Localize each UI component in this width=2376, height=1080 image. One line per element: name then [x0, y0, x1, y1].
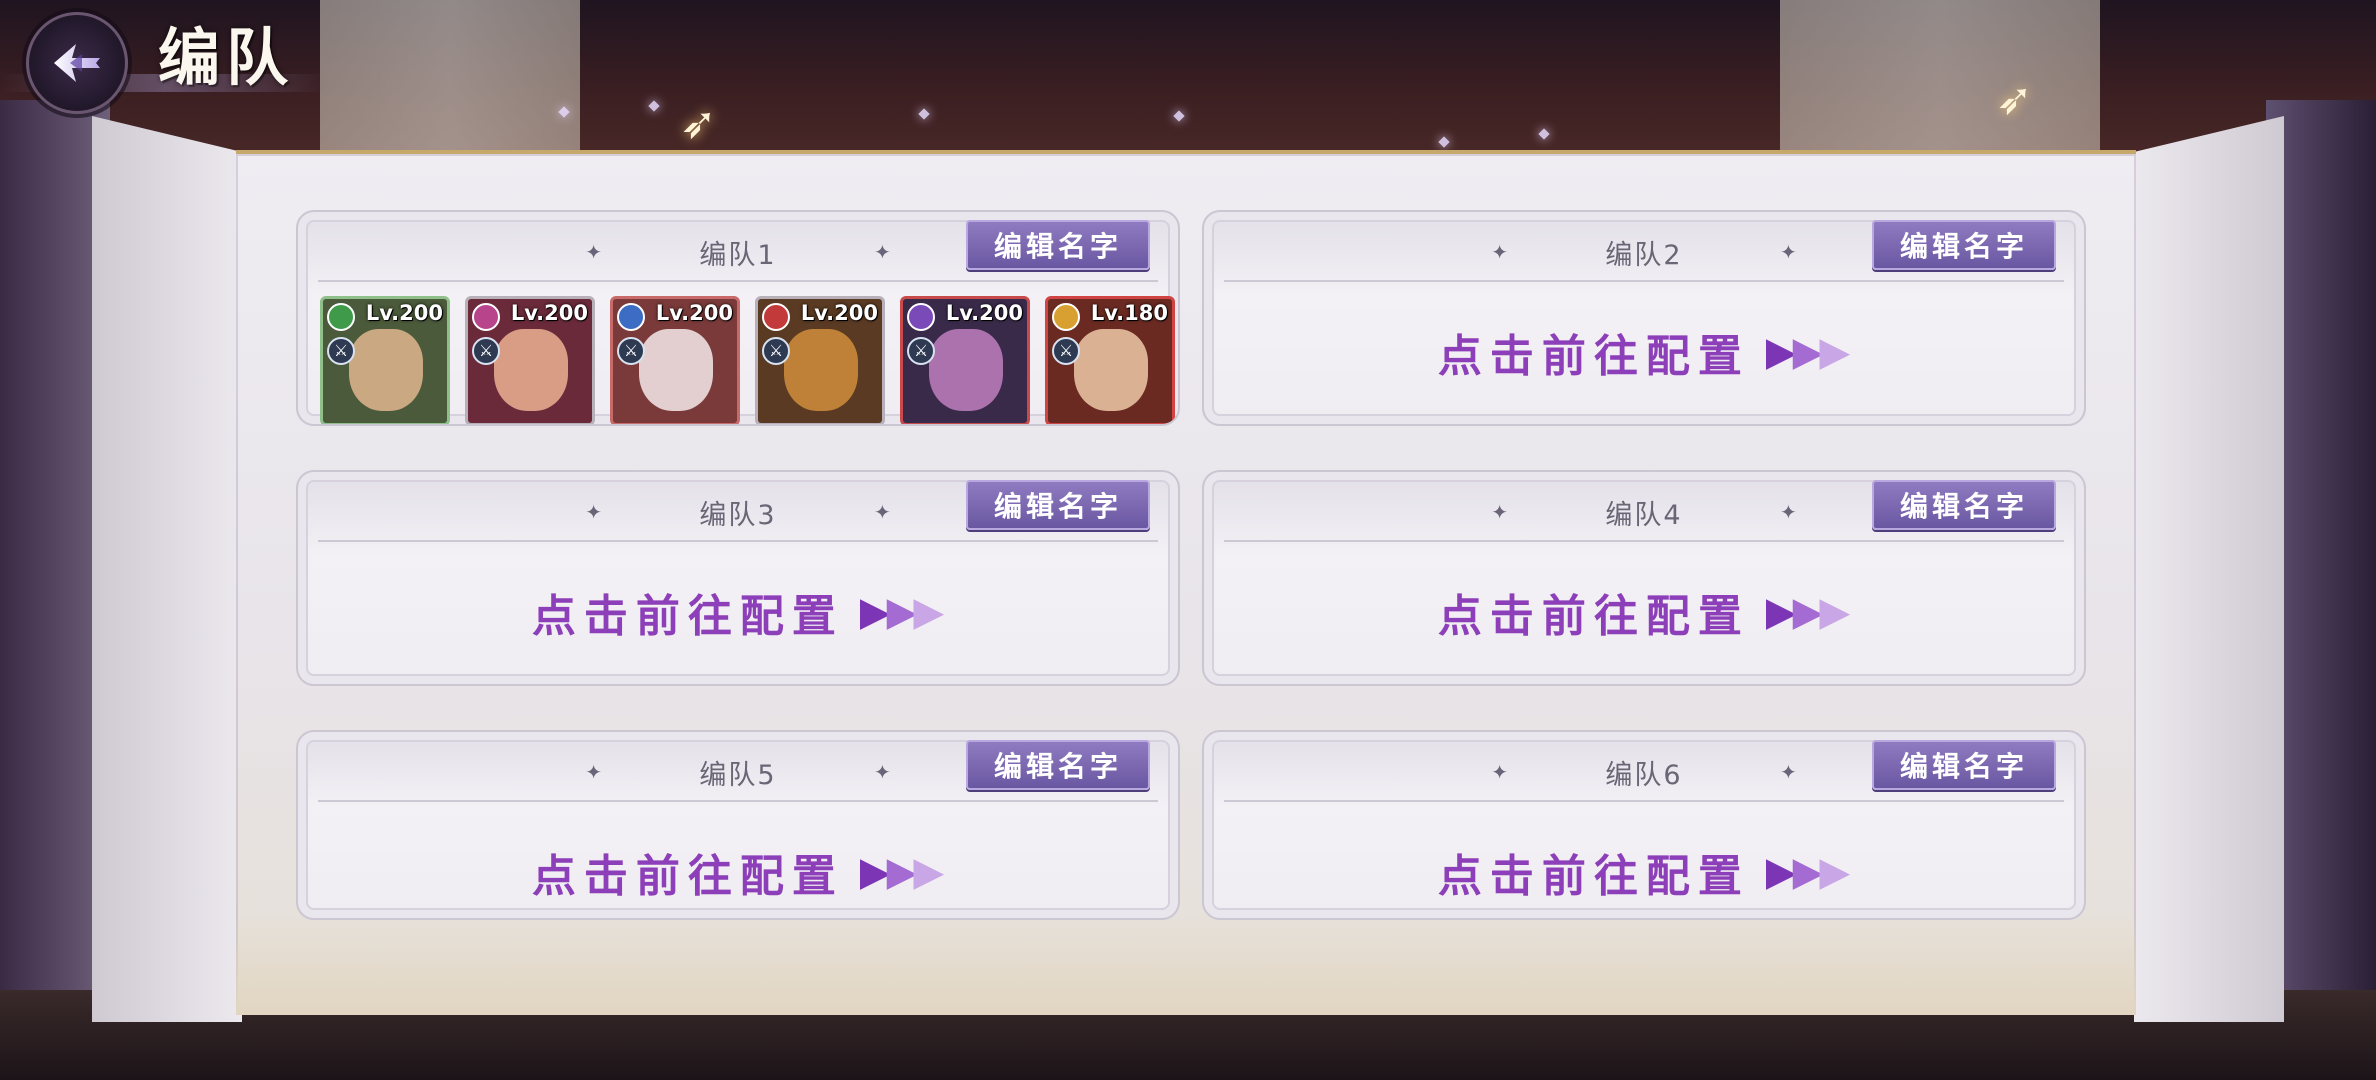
role-icon: ⚔	[1052, 337, 1080, 365]
role-icon: ⚔	[762, 337, 790, 365]
edit-name-button[interactable]: 编辑名字	[1872, 220, 2056, 270]
team-card-3: ✦ 编队3 ✦ 编辑名字 点击前往配置 ▶ ▶ ▶	[296, 470, 1180, 686]
hero-portrait[interactable]: ⚔ Lv.200	[465, 296, 595, 424]
triple-chevron-right-icon: ▶ ▶ ▶	[859, 589, 945, 635]
element-icon	[472, 303, 500, 331]
hero-portrait[interactable]: ⚔ Lv.200	[755, 296, 885, 424]
hero-level: Lv.200	[655, 301, 733, 325]
configure-team-label: 点击前往配置	[1437, 851, 1750, 902]
configure-team-label: 点击前往配置	[531, 591, 844, 642]
background-calligraphy-scroll	[1780, 0, 2100, 150]
sparkle-star-icon: ✦	[1780, 240, 1797, 264]
configure-team-link[interactable]: 点击前往配置 ▶ ▶ ▶	[1204, 832, 2084, 912]
edit-name-button[interactable]: 编辑名字	[966, 740, 1150, 790]
hero-face	[929, 329, 1003, 411]
sparkle-star-icon: ✦	[1780, 760, 1797, 784]
edit-name-button[interactable]: 编辑名字	[966, 480, 1150, 530]
role-icon: ⚔	[907, 337, 935, 365]
triple-chevron-right-icon: ▶ ▶ ▶	[1765, 849, 1851, 895]
team-name: 编队6	[1605, 759, 1683, 791]
sparkle-star-icon: ✦	[585, 500, 602, 524]
bird-icon: ➶	[1996, 74, 2033, 125]
bird-icon: ➶	[680, 98, 717, 149]
sparkle-star-icon: ✦	[874, 500, 891, 524]
hero-face	[494, 329, 568, 411]
sparkle-star-icon: ✦	[1780, 500, 1797, 524]
sparkle-star-icon: ✦	[874, 240, 891, 264]
configure-team-link[interactable]: 点击前往配置 ▶ ▶ ▶	[298, 572, 1178, 652]
page-title: 编队	[158, 21, 295, 94]
screen-right-wing	[2134, 116, 2284, 1022]
role-icon: ⚔	[617, 337, 645, 365]
configure-team-link[interactable]: 点击前往配置 ▶ ▶ ▶	[298, 832, 1178, 912]
edit-name-button[interactable]: 编辑名字	[1872, 480, 2056, 530]
hero-level: Lv.200	[945, 301, 1023, 325]
element-icon	[907, 303, 935, 331]
element-icon	[617, 303, 645, 331]
team-card-4: ✦ 编队4 ✦ 编辑名字 点击前往配置 ▶ ▶ ▶	[1202, 470, 2086, 686]
hero-face	[784, 329, 858, 411]
sparkle-star-icon: ✦	[585, 760, 602, 784]
element-icon	[1052, 303, 1080, 331]
team-card-6: ✦ 编队6 ✦ 编辑名字 点击前往配置 ▶ ▶ ▶	[1202, 730, 2086, 920]
sparkle-star-icon: ✦	[1491, 240, 1508, 264]
configure-team-label: 点击前往配置	[1437, 591, 1750, 642]
hero-portrait[interactable]: ⚔ Lv.200	[900, 296, 1030, 424]
team-name: 编队5	[699, 759, 777, 791]
hero-face	[1074, 329, 1148, 411]
sparkle-star-icon: ✦	[1491, 500, 1508, 524]
team-card-5: ✦ 编队5 ✦ 编辑名字 点击前往配置 ▶ ▶ ▶	[296, 730, 1180, 920]
hero-portrait[interactable]: ⚔ Lv.200	[320, 296, 450, 424]
team-panel-bottom	[236, 915, 2136, 1015]
team-name: 编队4	[1605, 499, 1683, 531]
background-calligraphy-scroll	[320, 0, 580, 150]
back-button[interactable]	[26, 12, 128, 114]
hero-level: Lv.200	[800, 301, 878, 325]
hero-level: Lv.180	[1090, 301, 1168, 325]
configure-team-link[interactable]: 点击前往配置 ▶ ▶ ▶	[1204, 312, 2084, 392]
hero-lineup: ⚔ Lv.200 ⚔ Lv.200 ⚔ Lv.200 ⚔ Lv.200 ⚔ Lv…	[320, 296, 1178, 424]
hero-level: Lv.200	[510, 301, 588, 325]
triple-chevron-right-icon: ▶ ▶ ▶	[1765, 329, 1851, 375]
sparkle-star-icon: ✦	[585, 240, 602, 264]
hero-face	[639, 329, 713, 411]
sparkle-star-icon: ✦	[1491, 760, 1508, 784]
role-icon: ⚔	[327, 337, 355, 365]
team-name: 编队2	[1605, 239, 1683, 271]
triple-chevron-right-icon: ▶ ▶ ▶	[859, 849, 945, 895]
element-icon	[762, 303, 790, 331]
element-icon	[327, 303, 355, 331]
team-name: 编队3	[699, 499, 777, 531]
role-icon: ⚔	[472, 337, 500, 365]
team-card-2: ✦ 编队2 ✦ 编辑名字 点击前往配置 ▶ ▶ ▶	[1202, 210, 2086, 426]
configure-team-link[interactable]: 点击前往配置 ▶ ▶ ▶	[1204, 572, 2084, 652]
hero-portrait[interactable]: ⚔ Lv.180	[1045, 296, 1175, 424]
hero-face	[349, 329, 423, 411]
hero-level: Lv.200	[365, 301, 443, 325]
team-name: 编队1	[699, 239, 777, 271]
sparkle-star-icon: ✦	[874, 760, 891, 784]
edit-name-button[interactable]: 编辑名字	[966, 220, 1150, 270]
hero-portrait[interactable]: ⚔ Lv.200	[610, 296, 740, 424]
back-arrow-icon	[54, 44, 100, 82]
configure-team-label: 点击前往配置	[1437, 331, 1750, 382]
edit-name-button[interactable]: 编辑名字	[1872, 740, 2056, 790]
triple-chevron-right-icon: ▶ ▶ ▶	[1765, 589, 1851, 635]
team-card-1: ✦ 编队1 ✦ 编辑名字 ⚔ Lv.200 ⚔ Lv.200 ⚔ Lv.200 …	[296, 210, 1180, 426]
configure-team-label: 点击前往配置	[531, 851, 844, 902]
screen-left-wing	[92, 116, 242, 1022]
